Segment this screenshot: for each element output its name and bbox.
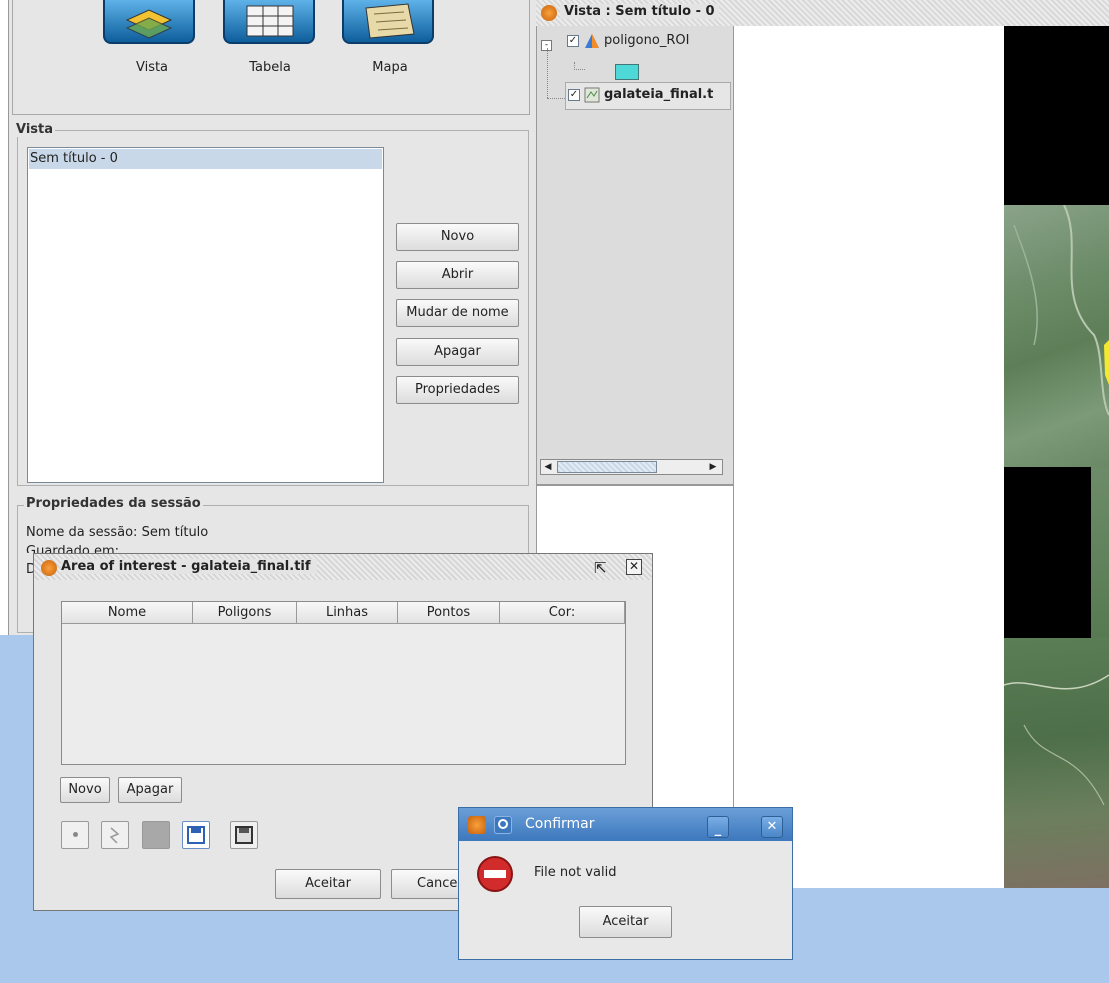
table-header[interactable]: Linhas [297, 602, 398, 624]
legend-color-swatch [615, 64, 639, 80]
layer-name[interactable]: galateia_final.t [604, 87, 730, 102]
map-raster-features [1004, 205, 1109, 806]
mapa-doc-button[interactable] [342, 0, 434, 44]
tree-connector [547, 98, 565, 99]
vista-layers-icon [125, 9, 173, 39]
confirm-title: Confirmar [525, 816, 595, 832]
point-tool-button[interactable] [61, 821, 89, 849]
views-list[interactable]: Sem título - 0 [27, 147, 384, 483]
session-name-value: Sem título [141, 525, 209, 540]
rename-view-button[interactable]: Mudar de nome [396, 299, 519, 327]
delete-view-button[interactable]: Apagar [396, 338, 519, 366]
save-as-icon [235, 826, 253, 844]
table-grid-icon [246, 5, 294, 37]
close-button[interactable]: ✕ [761, 816, 783, 838]
map-sheet-icon [365, 3, 415, 39]
tree-connector [547, 48, 549, 98]
open-view-button[interactable]: Abrir [396, 261, 519, 289]
aoi-title: Area of interest - galateia_final.tif [61, 559, 317, 574]
layer-visibility-checkbox[interactable]: ✓ [567, 35, 579, 47]
error-icon [477, 856, 513, 892]
gvsig-app-icon [41, 560, 57, 576]
session-properties-legend: Propriedades da sessão [24, 496, 203, 511]
aoi-delete-button[interactable]: Apagar [118, 777, 182, 803]
vista-doc-label: Vista [135, 60, 169, 75]
mapa-doc-label: Mapa [372, 60, 408, 75]
session-name-label: Nome da sessão: [26, 525, 138, 540]
save-button[interactable] [182, 821, 210, 849]
line-tool-icon [109, 827, 120, 844]
aoi-new-button[interactable]: Novo [60, 777, 110, 803]
table-header[interactable]: Pontos [398, 602, 500, 624]
aoi-table[interactable]: Nome Poligons Linhas Pontos Cor: [61, 601, 626, 765]
table-header[interactable]: Poligons [193, 602, 297, 624]
layer-name[interactable]: poligono_ROI [604, 33, 689, 48]
raster-layer-icon [584, 87, 600, 103]
table-header[interactable]: Nome [62, 602, 193, 624]
maximize-icon[interactable]: ⇱ [594, 559, 607, 577]
confirm-dialog: Confirmar _ ✕ File not valid Aceitar [458, 807, 793, 960]
tabela-doc-label: Tabela [249, 60, 291, 75]
confirm-ok-button[interactable]: Aceitar [579, 906, 672, 938]
session-name-row: Nome da sessão: Sem título [26, 525, 208, 540]
polygon-layer-icon [585, 34, 599, 48]
toc-tree: - ✓ poligono_ROI ✓ galateia_final.t [537, 26, 733, 456]
confirm-message: File not valid [534, 865, 617, 880]
save-as-button[interactable] [230, 821, 258, 849]
tabela-doc-button[interactable] [223, 0, 315, 44]
gvsig-app-icon [468, 816, 486, 834]
tree-connector [574, 62, 585, 70]
table-header[interactable]: Cor: [500, 602, 625, 624]
session-saved-label: Guardado em: [26, 544, 119, 553]
save-icon [187, 826, 205, 844]
gvsig-app-icon [541, 5, 557, 21]
point-tool-icon [72, 832, 78, 837]
view-window-title: Vista : Sem título - 0 [560, 4, 719, 19]
polygon-tool-button[interactable] [142, 821, 170, 849]
close-icon[interactable]: ✕ [626, 559, 642, 575]
line-tool-button[interactable] [101, 821, 129, 849]
scroll-thumb[interactable] [557, 461, 657, 473]
layer-visibility-checkbox[interactable]: ✓ [568, 89, 580, 101]
toc-horizontal-scrollbar[interactable]: ◀ ▶ [540, 459, 723, 475]
minimize-button[interactable]: _ [707, 816, 729, 838]
views-group-legend: Vista [14, 122, 56, 137]
scroll-left-icon[interactable]: ◀ [542, 461, 554, 473]
aoi-accept-button[interactable]: Aceitar [275, 869, 381, 899]
list-item[interactable]: Sem título - 0 [29, 149, 382, 169]
new-view-button[interactable]: Novo [396, 223, 519, 251]
window-menu-icon[interactable] [494, 816, 512, 834]
vista-doc-button[interactable] [103, 0, 195, 44]
aoi-cancel-button[interactable]: Cance [391, 869, 461, 899]
map-canvas[interactable] [734, 26, 1004, 888]
view-properties-button[interactable]: Propriedades [396, 376, 519, 404]
scroll-right-icon[interactable]: ▶ [707, 461, 719, 473]
window-menu-glyph [498, 819, 508, 829]
